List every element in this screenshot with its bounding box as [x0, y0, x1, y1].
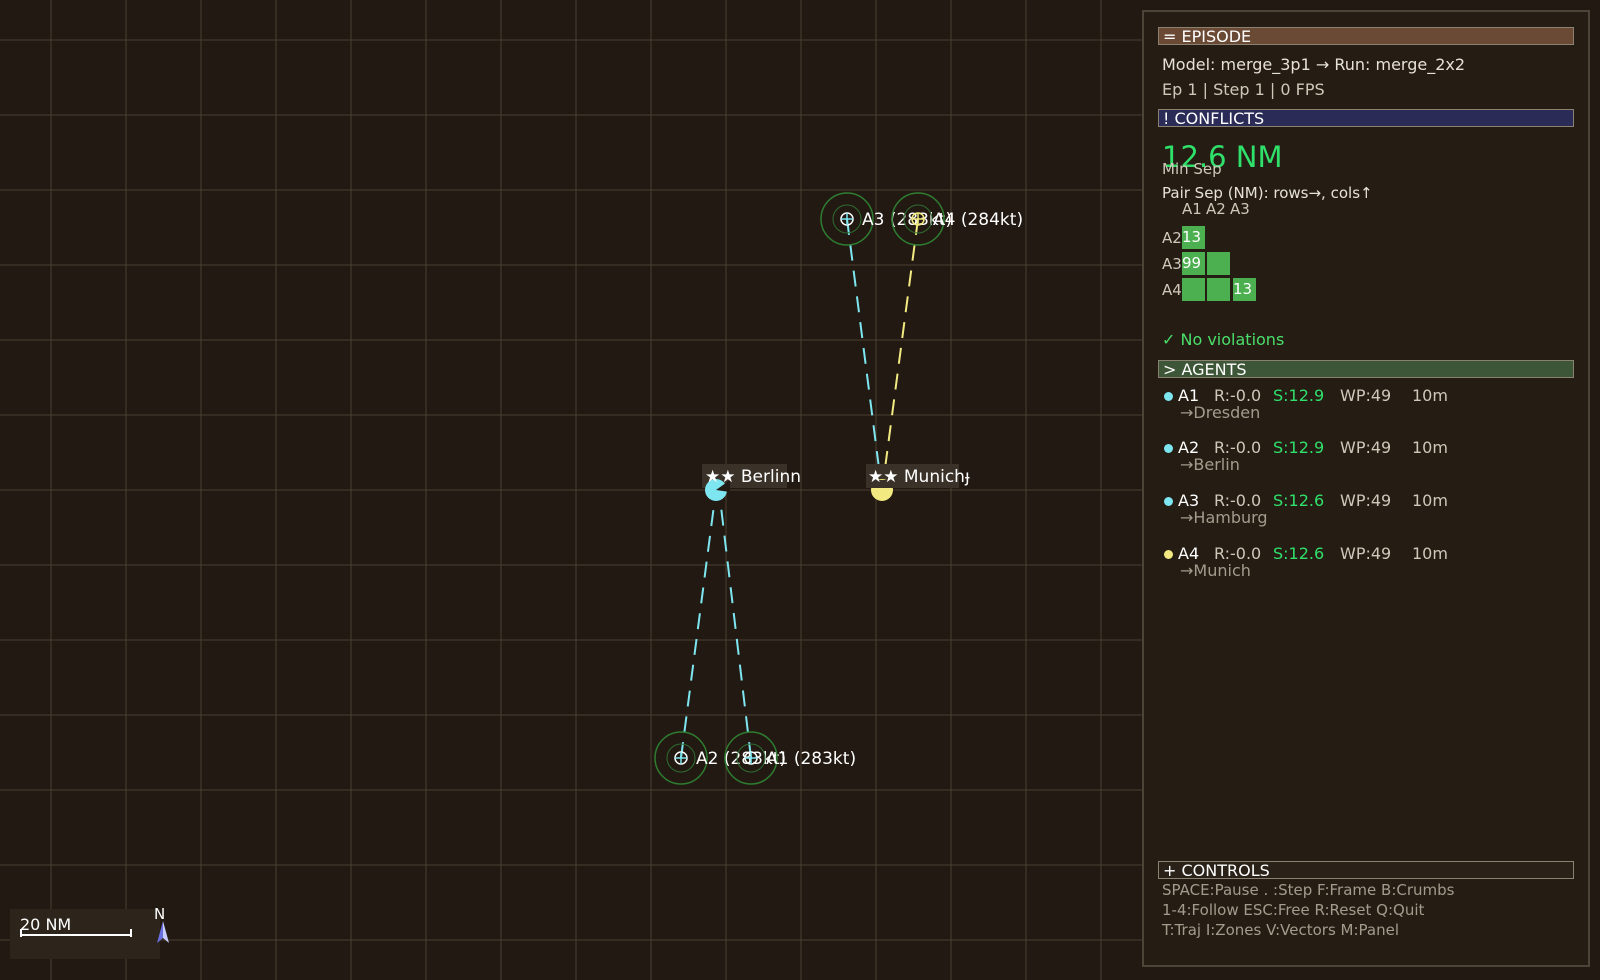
city-label: ★★ Munichɟ	[868, 467, 970, 487]
agent-eta: 10m	[1412, 386, 1448, 405]
scale-line	[20, 934, 132, 936]
agent-row-a1[interactable]: A1 R:-0.0 S:12.9 WP:49 10m →Dresden	[1158, 386, 1578, 436]
agent-row-a2[interactable]: A2 R:-0.0 S:12.9 WP:49 10m →Berlin	[1158, 438, 1578, 488]
agent-destination: →Munich	[1180, 561, 1251, 580]
info-panel: = EPISODE Model: merge_3p1 → Run: merge_…	[1142, 10, 1590, 967]
controls-header: + CONTROLS	[1158, 861, 1574, 880]
agent-destination: →Dresden	[1180, 403, 1261, 422]
agent-dot-icon	[1164, 497, 1173, 506]
controls-line: SPACE:Pause . :Step F:Frame B:Crumbs	[1162, 881, 1455, 899]
matrix-col-header: A3	[1230, 200, 1250, 218]
matrix-cell	[1207, 252, 1230, 275]
episode-header: = EPISODE	[1158, 27, 1574, 46]
agent-dot-icon	[1164, 550, 1173, 559]
agent-eta: 10m	[1412, 491, 1448, 510]
scale-tick	[20, 929, 22, 937]
agent-waypoint: WP:49	[1340, 438, 1392, 457]
agent-dot-icon	[1164, 392, 1173, 401]
controls-line: T:Traj I:Zones V:Vectors M:Panel	[1162, 921, 1400, 939]
agents-header-label: > AGENTS	[1163, 360, 1247, 379]
episode-status: Ep 1 | Step 1 | 0 FPS	[1162, 80, 1325, 99]
agents-header: > AGENTS	[1158, 360, 1574, 379]
agent-separation: S:12.9	[1273, 438, 1325, 457]
model-line: Model: merge_3p1 → Run: merge_2x2	[1162, 55, 1466, 74]
north-arrow-icon	[157, 921, 169, 943]
controls-line: 1-4:Follow ESC:Free R:Reset Q:Quit	[1162, 901, 1425, 919]
scale-bar: 20 NM	[10, 909, 160, 959]
trajectory-a1	[718, 489, 752, 759]
agent-separation: S:12.6	[1273, 491, 1325, 510]
agent-waypoint: WP:49	[1340, 544, 1392, 563]
agent-waypoint: WP:49	[1340, 491, 1392, 510]
city-label: ★★ Berlinn	[705, 467, 801, 487]
agent-row-a4[interactable]: A4 R:-0.0 S:12.6 WP:49 10m →Munich	[1158, 544, 1578, 594]
agent-eta: 10m	[1412, 544, 1448, 563]
aircraft-a1[interactable]: A1 (283kt)	[724, 731, 856, 785]
matrix-row-header: A4	[1162, 281, 1182, 299]
trajectory-a2	[680, 489, 717, 759]
aircraft-label: A1 (283kt)	[766, 749, 856, 769]
matrix-col-header: A1	[1182, 200, 1202, 218]
trajectory-a3	[846, 218, 881, 477]
agent-row-a3[interactable]: A3 R:-0.0 S:12.6 WP:49 10m →Hamburg	[1158, 491, 1578, 541]
conflicts-header: ! CONFLICTS	[1158, 109, 1574, 128]
agent-eta: 10m	[1412, 438, 1448, 457]
conflicts-header-label: ! CONFLICTS	[1163, 109, 1265, 128]
min-sep-label: Min Sep	[1162, 160, 1222, 178]
city-munich[interactable]: ★★ Munichɟ	[866, 464, 970, 501]
matrix-col-header: A2	[1206, 200, 1226, 218]
episode-header-label: = EPISODE	[1163, 27, 1252, 46]
map-grid	[0, 0, 1142, 980]
aircraft-label: A4 (284kt)	[933, 210, 1023, 230]
agent-waypoint: WP:49	[1340, 386, 1392, 405]
compass: N	[154, 905, 178, 945]
city-berlin[interactable]: ★★ Berlinn	[702, 464, 801, 501]
aircraft-a4[interactable]: A4 (284kt)	[891, 192, 1023, 246]
trajectory-a4	[883, 218, 919, 477]
scale-tick	[130, 929, 132, 937]
matrix-cell	[1182, 278, 1205, 301]
matrix-row-header: A2	[1162, 229, 1182, 247]
agent-destination: →Berlin	[1180, 455, 1240, 474]
matrix-cell: 99	[1182, 252, 1205, 275]
matrix-cell: 13	[1233, 278, 1256, 301]
scale-label: 20 NM	[20, 915, 72, 934]
matrix-cell	[1207, 278, 1230, 301]
matrix-cell: 13	[1182, 226, 1205, 249]
agent-separation: S:12.9	[1273, 386, 1325, 405]
matrix-row-header: A3	[1162, 255, 1182, 273]
agent-destination: →Hamburg	[1180, 508, 1268, 527]
violations-status: ✓ No violations	[1162, 330, 1285, 349]
agent-dot-icon	[1164, 444, 1173, 453]
agent-separation: S:12.6	[1273, 544, 1325, 563]
